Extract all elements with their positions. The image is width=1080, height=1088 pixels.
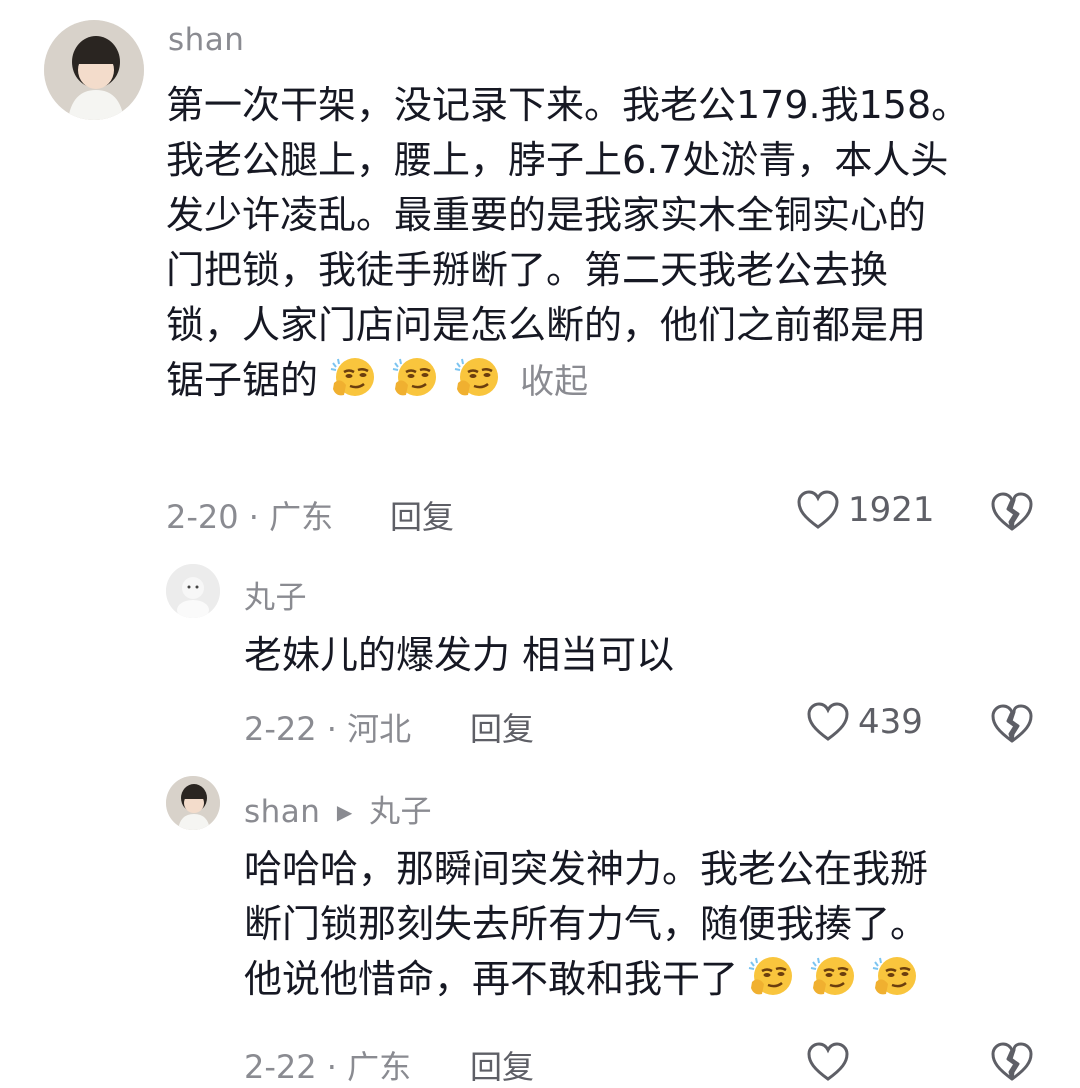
comment-item: shan 第一次干架，没记录下来。我老公179.我158。 我老公腿上，腰上，脖… [0, 0, 1080, 550]
comment-line: 他说他惜命，再不敢和我干了 [244, 957, 739, 1001]
comment-text: 第一次干架，没记录下来。我老公179.我158。 我老公腿上，腰上，脖子上6.7… [166, 78, 1046, 410]
reply-comment-item: shan ▶ 丸子 哈哈哈，那瞬间突发神力。我老公在我掰 断门锁那刻失去所有力气… [0, 770, 1080, 1086]
like-count: 439 [858, 702, 923, 742]
comment-line: 第一次干架，没记录下来。我老公179.我158。 [166, 83, 970, 127]
avatar[interactable] [44, 20, 144, 120]
reply-button[interactable]: 回复 [470, 1042, 534, 1088]
comment-line: 锁，人家门店问是怎么断的，他们之前都是用 [166, 303, 927, 347]
smirk-emoji-icon [810, 952, 858, 1000]
reply-button[interactable]: 回复 [390, 492, 454, 538]
reply-author[interactable]: shan [244, 794, 320, 830]
comment-date-location: 2-20 · 广东 [166, 498, 334, 536]
comment-line: 哈哈哈，那瞬间突发神力。我老公在我掰 [244, 847, 929, 891]
avatar[interactable] [166, 776, 220, 830]
comment-line: 锯子锯的 [166, 358, 319, 402]
smirk-emoji-icon [392, 353, 440, 401]
comment-username[interactable]: shan [168, 22, 244, 58]
comment-text: 老妹儿的爆发力 相当可以 [244, 633, 675, 677]
avatar[interactable] [166, 564, 220, 618]
heart-outline-icon [796, 488, 840, 532]
broken-heart-icon[interactable] [990, 1040, 1034, 1084]
comment-last-line: 他说他惜命，再不敢和我干了 [244, 952, 1044, 1007]
smirk-emoji-icon [454, 353, 502, 401]
comment-username: shan ▶ 丸子 [244, 786, 432, 831]
reply-to-user[interactable]: 丸子 [369, 794, 432, 830]
heart-outline-icon[interactable] [806, 1040, 850, 1084]
comment-date-location: 2-22 · 河北 [244, 710, 412, 748]
collapse-link[interactable]: 收起 [520, 362, 588, 402]
comment-line: 门把锁，我徒手掰断了。第二天我老公去换 [166, 248, 889, 292]
comment-last-line: 锯子锯的 收起 [166, 353, 1046, 410]
like-count: 1921 [848, 490, 935, 530]
like-button[interactable]: 1921 [796, 488, 935, 532]
comment-username[interactable]: 丸子 [244, 572, 307, 617]
broken-heart-icon[interactable] [990, 702, 1034, 746]
triangle-right-icon: ▶ [336, 800, 353, 824]
broken-heart-icon[interactable] [990, 490, 1034, 534]
comment-date-location: 2-22 · 广东 [244, 1048, 412, 1086]
comment-line: 断门锁那刻失去所有力气，随便我揍了。 [244, 902, 929, 946]
comment-text: 哈哈哈，那瞬间突发神力。我老公在我掰 断门锁那刻失去所有力气，随便我揍了。 他说… [244, 842, 1044, 1007]
smirk-emoji-icon [748, 952, 796, 1000]
comment-line: 发少许凌乱。最重要的是我家实木全铜实心的 [166, 193, 927, 237]
smirk-emoji-icon [330, 353, 378, 401]
reply-comment-item: 丸子 老妹儿的爆发力 相当可以 2-22 · 河北 回复 439 [0, 550, 1080, 770]
smirk-emoji-icon [872, 952, 920, 1000]
reply-button[interactable]: 回复 [470, 704, 534, 750]
like-button[interactable]: 439 [806, 700, 923, 744]
comment-line: 我老公腿上，腰上，脖子上6.7处淤青，本人头 [166, 138, 949, 182]
heart-outline-icon [806, 700, 850, 744]
